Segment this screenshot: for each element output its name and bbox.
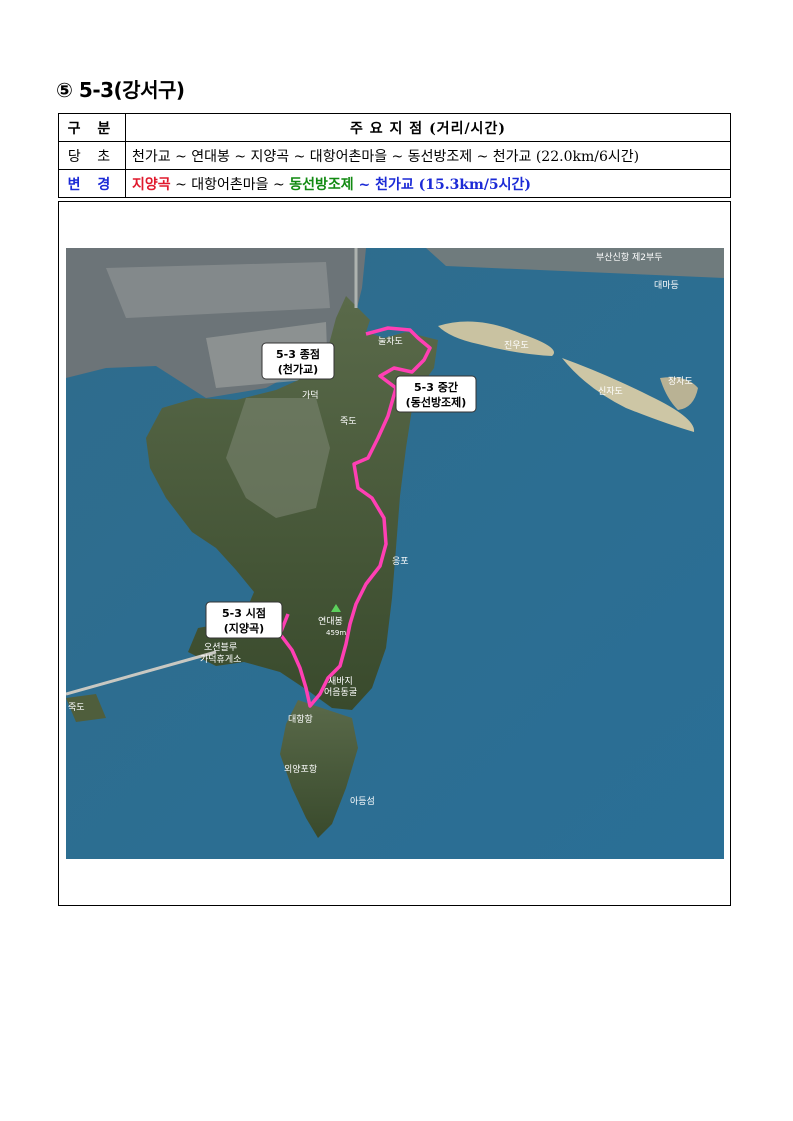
table-header-row: 구 분 주 요 지 점 (거리/시간) — [58, 113, 731, 142]
label-topright: 부산신항 제2부두 — [596, 252, 663, 263]
callout-start-line2: (지양곡) — [224, 621, 264, 635]
label-saebaji: 새바지 — [328, 676, 353, 687]
label-gadeok: 가덕 — [302, 390, 319, 401]
label-adeungseom: 아등섬 — [350, 796, 375, 807]
label-eumpo: 응포 — [392, 556, 409, 567]
table-row-changed: 변 경 지양곡 ~ 대항어촌마을 ~ 동선방조제 ~ 천가교 (15.3km/5… — [58, 169, 731, 198]
callout-start-line1: 5-3 시점 — [222, 606, 266, 620]
header-category: 구 분 — [58, 113, 126, 142]
label-jukdo-left: 죽도 — [68, 702, 85, 713]
label-cave: 어음동굴 — [324, 687, 357, 698]
row-label-changed: 변 경 — [58, 169, 126, 198]
label-daehang: 대항항 — [288, 714, 313, 725]
callout-end-line1: 5-3 종점 — [276, 347, 320, 361]
satellite-map: 5-3 종점 (천가교) 5-3 중간 (동선방조제) 5-3 시점 (지양곡)… — [66, 248, 724, 859]
route-start-highlight: 지양곡 — [132, 176, 171, 193]
route-changed: 지양곡 ~ 대항어촌마을 ~ 동선방조제 ~ 천가교 (15.3km/5시간) — [125, 169, 731, 198]
label-rest2: 가덕휴게소 — [200, 654, 241, 665]
table-row-original: 당 초 천가교 ~ 연대봉 ~ 지양곡 ~ 대항어촌마을 ~ 동선방조제 ~ 천… — [58, 141, 731, 170]
section-heading: ⑤ 5-3(강서구) — [56, 78, 185, 102]
route-original: 천가교 ~ 연대봉 ~ 지양곡 ~ 대항어촌마을 ~ 동선방조제 ~ 천가교 (… — [125, 141, 731, 170]
callout-mid: 5-3 중간 (동선방조제) — [395, 375, 477, 413]
label-sinjado: 신자도 — [598, 386, 623, 397]
route-end-highlight: ~ 천가교 (15.3km/5시간) — [353, 176, 532, 193]
route-dam-highlight: 동선방조제 — [289, 176, 354, 193]
label-oeyangpo: 외양포항 — [284, 763, 317, 775]
label-jinudo: 진우도 — [504, 340, 529, 351]
callout-mid-line1: 5-3 중간 — [414, 380, 458, 394]
row-label-original: 당 초 — [58, 141, 126, 170]
label-yeondaebong: 연대봉 — [318, 616, 343, 627]
label-jukdo: 죽도 — [340, 416, 357, 427]
label-jangjado: 장자도 — [668, 376, 693, 387]
label-rest1: 오션블루 — [204, 642, 237, 653]
label-yeondaebong-height: 459m — [326, 629, 346, 637]
map-frame: 5-3 종점 (천가교) 5-3 중간 (동선방조제) 5-3 시점 (지양곡)… — [58, 201, 731, 906]
callout-end: 5-3 종점 (천가교) — [261, 342, 335, 380]
route-middle-text: ~ 대항어촌마을 ~ — [170, 176, 290, 193]
label-nulcha: 눌차도 — [378, 335, 403, 347]
label-daemadeung: 대마등 — [654, 280, 679, 291]
header-points: 주 요 지 점 (거리/시간) — [125, 113, 731, 142]
callout-end-line2: (천가교) — [278, 362, 318, 376]
callout-start: 5-3 시점 (지양곡) — [205, 601, 283, 639]
callout-mid-line2: (동선방조제) — [406, 395, 467, 409]
route-table: 구 분 주 요 지 점 (거리/시간) 당 초 천가교 ~ 연대봉 ~ 지양곡 … — [58, 113, 731, 198]
